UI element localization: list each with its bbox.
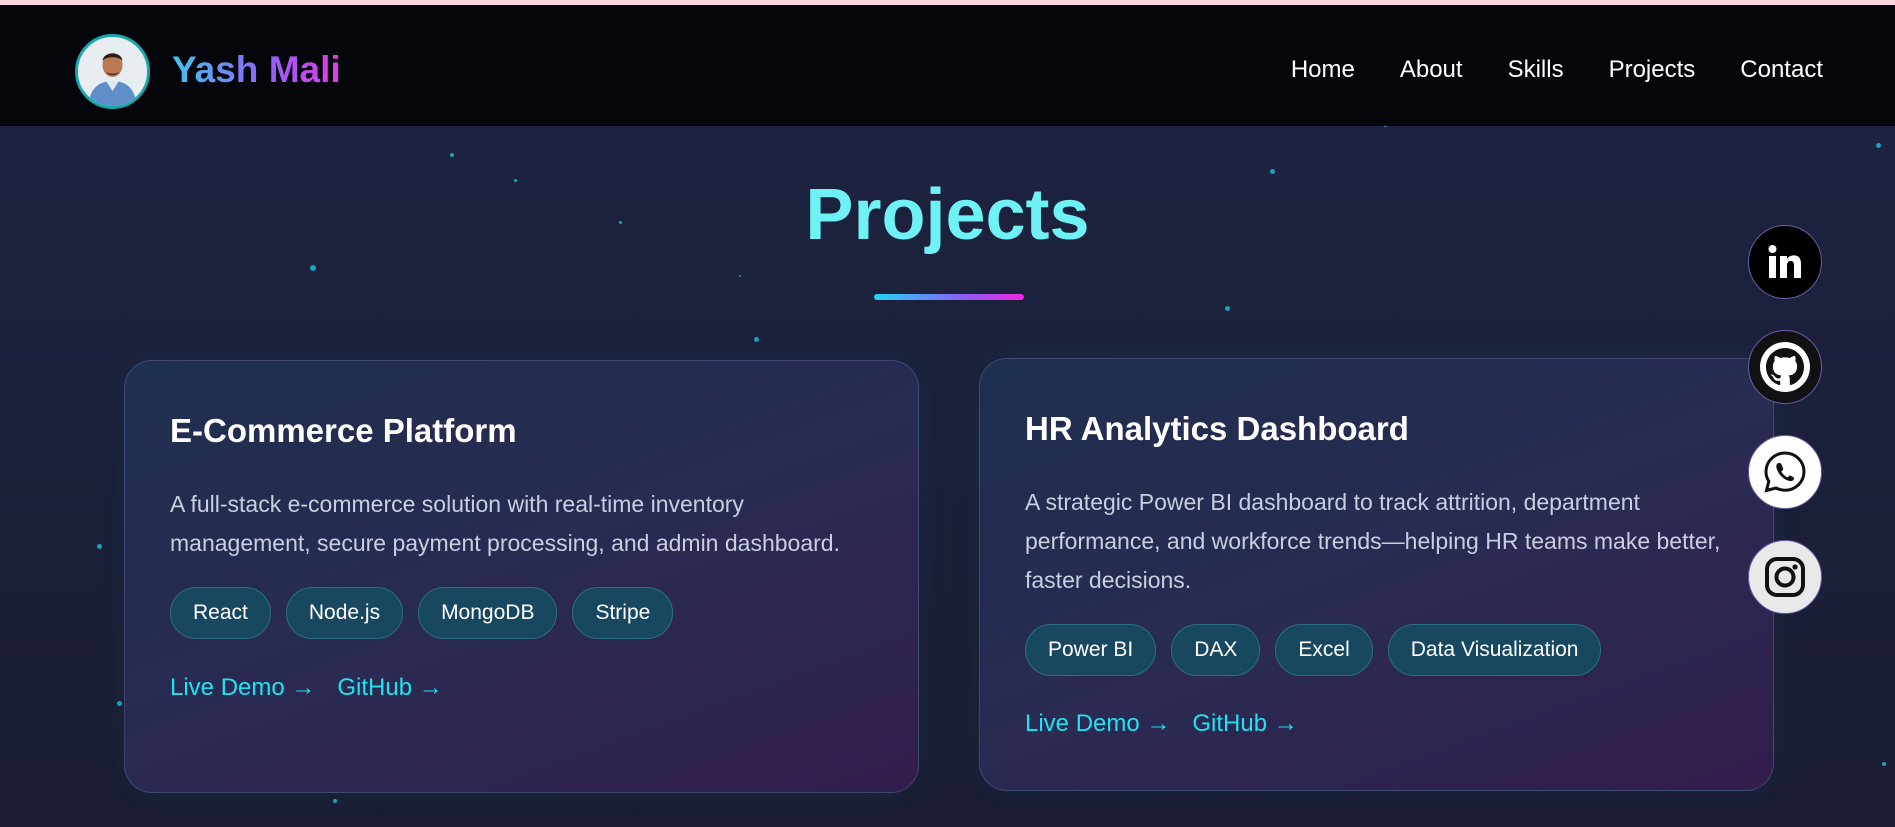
tech-tag: MongoDB <box>418 587 558 639</box>
projects-section: Projects E-Commerce Platform A full-stac… <box>0 126 1895 827</box>
project-description: A full-stack e-commerce solution with re… <box>170 491 840 556</box>
live-demo-link[interactable]: Live Demo → <box>170 673 315 703</box>
project-title: E-Commerce Platform <box>170 412 517 449</box>
linkedin-button[interactable] <box>1748 225 1822 299</box>
nav-links: Home About Skills Projects Contact <box>1291 53 1823 87</box>
brand-name[interactable]: Yash Mali <box>172 45 341 95</box>
nav-projects[interactable]: Projects <box>1609 53 1696 87</box>
tech-tag: Excel <box>1275 624 1373 676</box>
github-link[interactable]: GitHub → <box>337 673 442 703</box>
tech-tag: Node.js <box>285 587 404 639</box>
tech-tags: React Node.js MongoDB Stripe <box>170 587 674 639</box>
project-title: HR Analytics Dashboard <box>1025 410 1409 447</box>
tech-tag: Stripe <box>572 587 674 639</box>
section-title: Projects <box>805 175 1090 255</box>
nav-contact[interactable]: Contact <box>1740 53 1823 87</box>
avatar[interactable] <box>75 34 150 109</box>
profile-photo-icon <box>78 37 147 106</box>
instagram-button[interactable] <box>1748 540 1822 614</box>
title-underline <box>874 294 1024 300</box>
nav-home[interactable]: Home <box>1291 53 1355 87</box>
live-demo-link[interactable]: Live Demo → <box>1025 709 1170 739</box>
github-icon <box>1760 342 1810 392</box>
instagram-icon <box>1765 557 1805 597</box>
brand-last: Mali <box>268 49 341 90</box>
brand-first: Yash <box>172 49 259 90</box>
nav-skills[interactable]: Skills <box>1508 53 1564 87</box>
tech-tag: DAX <box>1171 624 1261 676</box>
whatsapp-icon <box>1764 451 1806 493</box>
tech-tag: Power BI <box>1025 624 1157 676</box>
tech-tag: Data Visualization <box>1387 624 1602 676</box>
whatsapp-button[interactable] <box>1748 435 1822 509</box>
project-links: Live Demo → GitHub → <box>170 673 443 703</box>
navbar: Yash Mali Home About Skills Projects Con… <box>0 5 1895 126</box>
project-card: E-Commerce Platform A full-stack e-comme… <box>124 360 919 793</box>
nav-about[interactable]: About <box>1400 53 1463 87</box>
linkedin-icon <box>1768 245 1801 278</box>
project-card: HR Analytics Dashboard A strategic Power… <box>979 358 1774 791</box>
project-description: A strategic Power BI dashboard to track … <box>1025 489 1721 593</box>
project-links: Live Demo → GitHub → <box>1025 709 1298 739</box>
github-link[interactable]: GitHub → <box>1192 709 1297 739</box>
tech-tags: Power BI DAX Excel Data Visualization <box>1025 624 1602 676</box>
github-button[interactable] <box>1748 330 1822 404</box>
tech-tag: React <box>170 587 271 639</box>
